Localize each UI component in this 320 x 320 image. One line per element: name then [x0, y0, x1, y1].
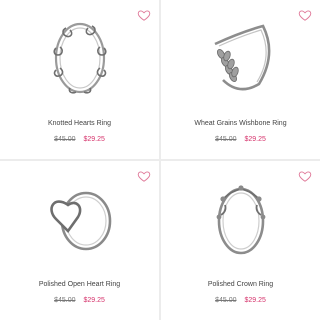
price-row: $45.00 $29.25	[161, 136, 320, 143]
wheat-grains-wishbone-ring-image[interactable]	[201, 14, 281, 98]
original-price: $45.00	[215, 297, 237, 304]
product-card[interactable]: Knotted Hearts Ring $45.00 $29.25	[0, 0, 159, 159]
original-price: $45.00	[54, 297, 76, 304]
heart-outline-icon[interactable]	[298, 8, 312, 22]
original-price: $45.00	[54, 136, 76, 143]
product-name[interactable]: Wheat Grains Wishbone Ring	[161, 120, 320, 127]
price-row: $45.00 $29.25	[0, 297, 159, 304]
heart-outline-icon[interactable]	[137, 8, 151, 22]
price-row: $45.00 $29.25	[161, 297, 320, 304]
sale-price: $29.25	[83, 136, 105, 143]
product-name[interactable]: Knotted Hearts Ring	[0, 120, 159, 127]
sale-price: $29.25	[244, 136, 266, 143]
polished-open-heart-ring-image[interactable]	[40, 175, 120, 259]
product-card[interactable]: Polished Open Heart Ring $45.00 $29.25	[0, 161, 159, 320]
product-name[interactable]: Polished Open Heart Ring	[0, 281, 159, 288]
product-grid: Knotted Hearts Ring $45.00 $29.25 Wheat …	[0, 0, 320, 320]
heart-outline-icon[interactable]	[298, 169, 312, 183]
product-card[interactable]: Polished Crown Ring $45.00 $29.25	[161, 161, 320, 320]
knotted-hearts-ring-image[interactable]	[40, 14, 120, 98]
product-name[interactable]: Polished Crown Ring	[161, 281, 320, 288]
sale-price: $29.25	[83, 297, 105, 304]
original-price: $45.00	[215, 136, 237, 143]
sale-price: $29.25	[244, 297, 266, 304]
price-row: $45.00 $29.25	[0, 136, 159, 143]
product-card[interactable]: Wheat Grains Wishbone Ring $45.00 $29.25	[161, 0, 320, 159]
heart-outline-icon[interactable]	[137, 169, 151, 183]
polished-crown-ring-image[interactable]	[201, 175, 281, 259]
